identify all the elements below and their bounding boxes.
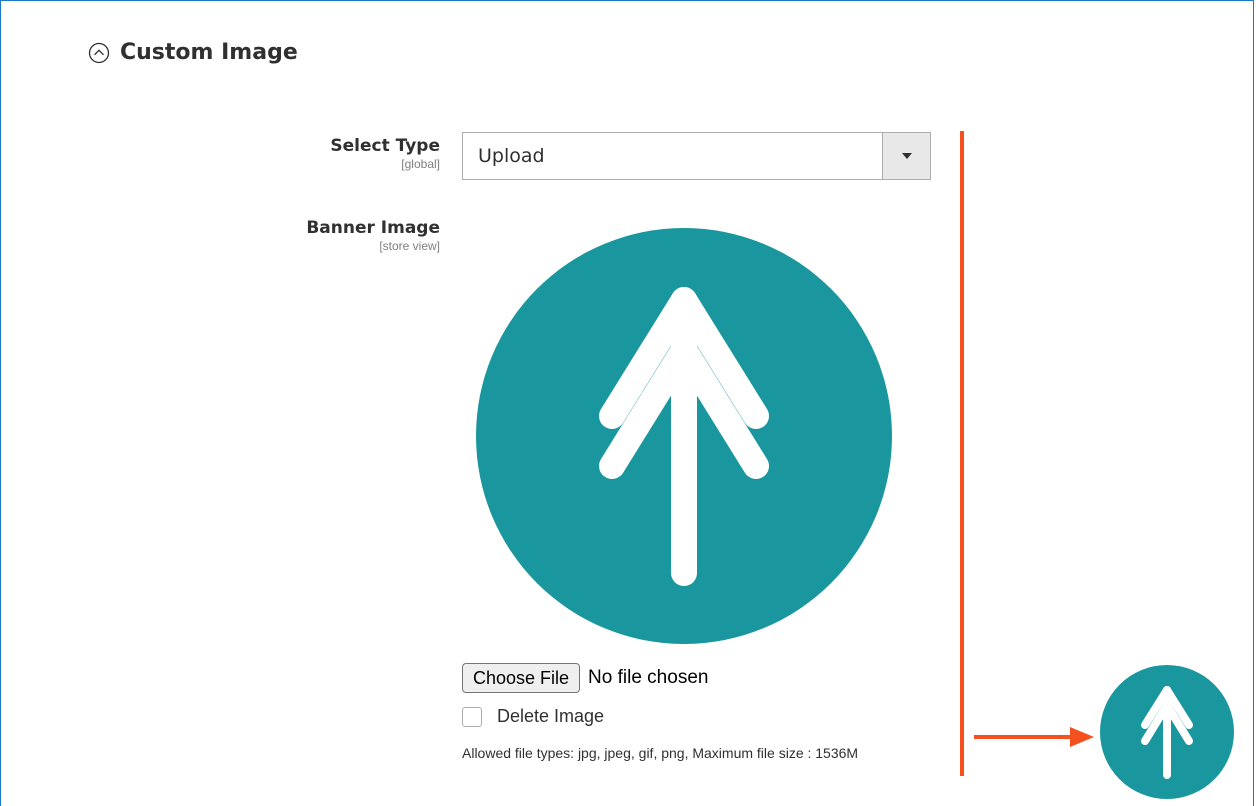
- select-type-label: Select Type: [330, 136, 440, 156]
- annotation-arrow-icon: [974, 727, 1094, 747]
- banner-image-label-group: Banner Image [store view]: [306, 218, 440, 253]
- select-type-dropdown[interactable]: Upload: [462, 132, 931, 180]
- delete-image-label[interactable]: Delete Image: [497, 706, 604, 727]
- section-title: Custom Image: [120, 40, 298, 65]
- annotation-thumbnail: [1100, 665, 1234, 799]
- delete-image-row: Delete Image: [462, 706, 604, 727]
- select-arrow-button[interactable]: [882, 133, 930, 179]
- banner-image-label: Banner Image: [306, 218, 440, 238]
- upload-arrow-logo-small: [1100, 665, 1234, 799]
- caret-down-icon: [901, 153, 912, 159]
- section-header-custom-image[interactable]: Custom Image: [88, 40, 298, 65]
- choose-file-button[interactable]: Choose File: [462, 663, 581, 693]
- upload-arrow-logo: [476, 228, 892, 644]
- annotation-vertical-line: [960, 131, 964, 776]
- banner-image-preview: [476, 228, 892, 644]
- select-type-scope: [global]: [401, 157, 440, 171]
- file-input-row: Choose File No file chosen: [462, 663, 708, 693]
- file-types-note: Allowed file types: jpg, jpeg, gif, png,…: [462, 745, 859, 761]
- file-status-text: No file chosen: [588, 667, 709, 688]
- banner-image-scope: [store view]: [379, 239, 440, 253]
- select-type-value: Upload: [478, 145, 545, 167]
- delete-image-checkbox[interactable]: [462, 706, 482, 727]
- select-type-label-group: Select Type [global]: [330, 136, 440, 171]
- chevron-up-circle-icon[interactable]: [88, 42, 110, 64]
